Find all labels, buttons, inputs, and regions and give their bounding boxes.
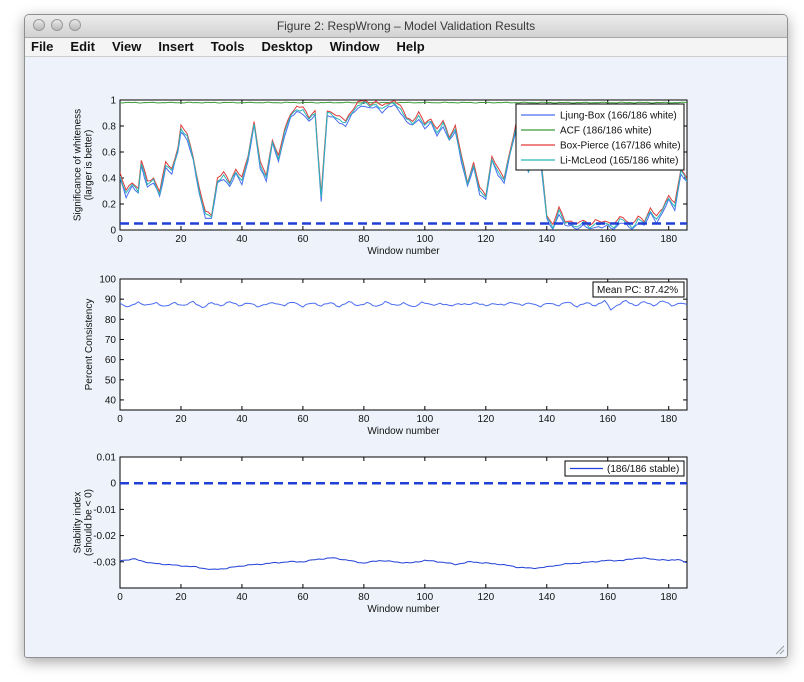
- x-tick-label: 100: [416, 234, 433, 245]
- x-tick-label: 40: [236, 234, 248, 245]
- y-tick-label: 0.01: [97, 453, 117, 464]
- x-tick-label: 0: [117, 234, 123, 245]
- plot-3: [119, 456, 688, 589]
- figure-window: Figure 2: RespWrong – Model Validation R…: [24, 14, 788, 658]
- figure-canvas: 0 20 40 60 80 100 120 140 160 180 0 0.2 0.4 0.6 0.8 1 Wi…: [25, 56, 787, 656]
- x-axis-label: Window number: [367, 246, 440, 257]
- x-tick-label: 0: [117, 592, 123, 603]
- x-tick-label: 180: [660, 414, 677, 425]
- menu-view[interactable]: View: [112, 38, 141, 56]
- x-tick-label: 120: [477, 234, 494, 245]
- menu-window[interactable]: Window: [330, 38, 380, 56]
- y-tick-label: 50: [105, 375, 117, 386]
- menu-tools[interactable]: Tools: [211, 38, 245, 56]
- x-tick-label: 140: [538, 414, 555, 425]
- y-tick-label: 0.8: [102, 122, 116, 133]
- y-tick-label: 90: [105, 295, 117, 306]
- y-tick-label: -0.01: [93, 505, 116, 516]
- legend-entry: Li-McLeod (165/186 white): [560, 156, 678, 167]
- x-tick-label: 100: [416, 592, 433, 603]
- x-tick-label: 140: [538, 234, 555, 245]
- y-axis-label: (should be < 0): [84, 489, 95, 556]
- title-bar: Figure 2: RespWrong – Model Validation R…: [25, 15, 787, 38]
- mean-pc-annotation: Mean PC: 87.42%: [597, 285, 678, 296]
- x-tick-label: 60: [297, 592, 309, 603]
- y-axis-label: Significance of whiteness: [73, 109, 84, 221]
- x-tick-label: 40: [236, 414, 248, 425]
- y-tick-label: 0: [110, 226, 116, 237]
- y-axis-label: Percent Consistency: [84, 299, 95, 391]
- x-tick-label: 80: [358, 592, 370, 603]
- x-tick-label: 180: [660, 234, 677, 245]
- x-tick-label: 60: [297, 414, 309, 425]
- x-tick-label: 40: [236, 592, 248, 603]
- y-tick-label: 0.4: [102, 174, 116, 185]
- y-axis-label: (larger is better): [84, 130, 95, 201]
- x-tick-label: 60: [297, 234, 309, 245]
- menu-edit[interactable]: Edit: [70, 38, 95, 56]
- y-tick-label: 0: [110, 479, 116, 490]
- plots-svg: 0 20 40 60 80 100 120 140 160 180 0 0.2 0.4 0.6 0.8 1 Wi…: [73, 96, 688, 615]
- x-tick-label: 20: [175, 234, 187, 245]
- x-axis-label: Window number: [367, 426, 440, 437]
- y-tick-label: -0.03: [93, 557, 116, 568]
- menu-desktop[interactable]: Desktop: [261, 38, 312, 56]
- resize-grip-icon[interactable]: [773, 643, 785, 655]
- x-tick-label: 100: [416, 414, 433, 425]
- x-tick-label: 80: [358, 234, 370, 245]
- x-tick-label: 80: [358, 414, 370, 425]
- x-tick-label: 160: [599, 414, 616, 425]
- y-tick-label: 100: [99, 275, 116, 286]
- x-tick-label: 0: [117, 414, 123, 425]
- x-tick-label: 160: [599, 234, 616, 245]
- y-tick-label: 0.2: [102, 200, 116, 211]
- plot-2: [119, 278, 688, 411]
- x-tick-label: 120: [477, 414, 494, 425]
- y-tick-label: 1: [110, 96, 116, 107]
- window-title: Figure 2: RespWrong – Model Validation R…: [276, 19, 536, 33]
- menu-help[interactable]: Help: [396, 38, 424, 56]
- y-tick-label: 80: [105, 315, 117, 326]
- legend-entry: ACF (186/186 white): [560, 126, 652, 137]
- x-tick-label: 140: [538, 592, 555, 603]
- y-axis-label: Stability index: [73, 492, 84, 554]
- y-tick-label: 70: [105, 335, 117, 346]
- y-tick-label: -0.02: [93, 531, 116, 542]
- menu-file[interactable]: File: [31, 38, 53, 56]
- x-tick-label: 20: [175, 592, 187, 603]
- x-axis-label: Window number: [367, 604, 440, 615]
- x-tick-label: 180: [660, 592, 677, 603]
- x-tick-label: 160: [599, 592, 616, 603]
- legend-entry: Box-Pierce (167/186 white): [560, 141, 681, 152]
- y-tick-label: 0.6: [102, 148, 116, 159]
- x-tick-label: 20: [175, 414, 187, 425]
- y-tick-label: 40: [105, 395, 117, 406]
- menu-bar: File Edit View Insert Tools Desktop Wind…: [25, 38, 787, 57]
- legend-entry: (186/186 stable): [607, 464, 679, 475]
- y-tick-label: 60: [105, 355, 117, 366]
- legend-entry: Ljung-Box (166/186 white): [560, 111, 677, 122]
- menu-insert[interactable]: Insert: [158, 38, 193, 56]
- x-tick-label: 120: [477, 592, 494, 603]
- plot-axes-box: [119, 278, 688, 411]
